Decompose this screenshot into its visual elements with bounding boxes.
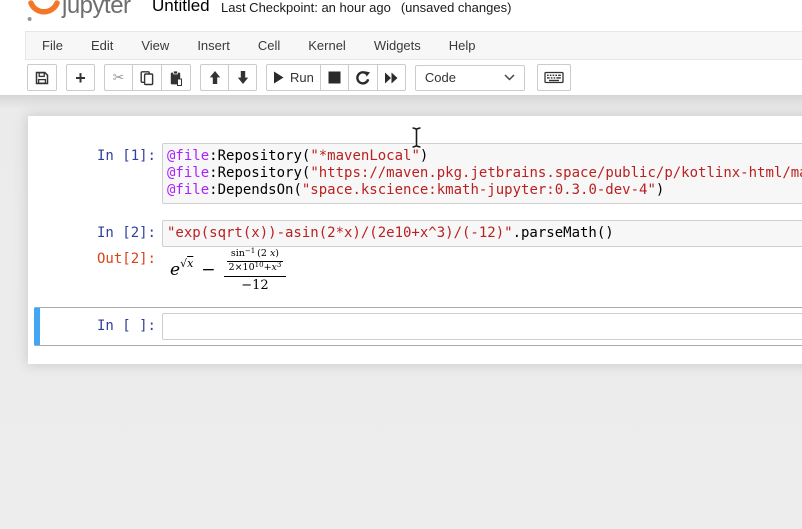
input-prompt: In [2]: [96,225,156,241]
run-icon [274,71,284,84]
interrupt-kernel-button[interactable] [319,64,349,91]
restart-icon [356,70,370,85]
menu-item-widgets[interactable]: Widgets [360,32,435,59]
plus-icon: + [75,67,86,88]
arg-open: (2 [257,248,270,259]
jupyter-logo-icon[interactable] [27,0,61,22]
input-prompt: In [1]: [96,148,156,164]
copy-icon [140,70,154,85]
menu-item-cell[interactable]: Cell [244,32,294,59]
arrow-down-icon [237,71,248,84]
command-palette-button[interactable] [536,64,571,91]
code-input-area[interactable]: @file:Repository("*mavenLocal") @file:Rep… [162,143,802,204]
minus-sign: − [201,259,216,280]
cell-output: Out[2]: e√x − sin−1 (2 x) 2×1010+x3 −12 [40,248,802,297]
move-cell-up-button[interactable] [200,64,229,91]
save-button[interactable] [27,64,57,91]
notebook-title[interactable]: Untitled [152,0,210,16]
notebook-container: In [1]: @file:Repository("*mavenLocal") @… [28,116,802,364]
notebook-scroll-area: In [1]: @file:Repository("*mavenLocal") @… [0,96,802,529]
insert-cell-button[interactable]: + [66,64,95,91]
keyboard-icon [544,71,564,84]
restart-run-all-button[interactable] [376,64,406,91]
math-output: e√x − sin−1 (2 x) 2×1010+x3 −12 [170,246,286,294]
sin-exponent: −1 [244,247,256,255]
checkpoint-text: Last Checkpoint: an hour ago [221,0,391,15]
code-input-area[interactable] [162,313,802,340]
code-line: @file:Repository("*mavenLocal") [167,148,429,164]
menu-item-insert[interactable]: Insert [183,32,244,59]
output-prompt: Out[2]: [96,251,156,267]
chevron-down-icon [504,74,515,81]
code-cell-1[interactable]: In [1]: @file:Repository("*mavenLocal") @… [34,137,802,210]
fast-forward-icon [384,72,398,83]
code-line: @file:Repository("https://maven.pkg.jetb… [167,165,802,181]
paste-cell-button[interactable] [161,64,191,91]
sin-label: sin [230,248,245,259]
toolbar: + ✂ Run Code [0,60,802,96]
menu-item-help[interactable]: Help [435,32,490,59]
den-plus: + [263,261,272,273]
menubar: File Edit View Insert Cell Kernel Widgets Help [25,31,802,60]
menu-item-edit[interactable]: Edit [77,32,127,59]
den-exponent: 10 [254,260,264,269]
arrow-up-icon [209,71,220,84]
restart-kernel-button[interactable] [347,64,378,91]
run-button[interactable]: Run [266,64,321,91]
move-cell-down-button[interactable] [228,64,257,91]
cell-type-value: Code [424,70,456,85]
output-content: e√x − sin−1 (2 x) 2×1010+x3 −12 [162,248,802,294]
notebook-header: jupyter Untitled Last Checkpoint: an hou… [0,0,802,31]
arg-close: ) [275,248,280,259]
code-cell-3-selected[interactable]: In [ ]: [34,307,802,346]
den-x-exponent: 3 [276,260,282,269]
code-line: @file:DependsOn("space.kscience:kmath-ju… [167,182,665,198]
math-base: e [170,259,181,280]
copy-cell-button[interactable] [132,64,162,91]
unsaved-changes-text: (unsaved changes) [400,0,512,15]
cell-type-dropdown[interactable]: Code [414,64,525,91]
stop-icon [328,71,341,84]
paste-icon [170,70,182,86]
menu-item-view[interactable]: View [127,32,183,59]
outer-denominator: −12 [224,275,286,294]
code-input-area[interactable]: "exp(sqrt(x))-asin(2*x)/(2e10+x^3)/(-12)… [162,220,802,247]
code-cell-2[interactable]: In [2]: "exp(sqrt(x))-asin(2*x)/(2e10+x^… [34,214,802,303]
den-lead: 2×10 [228,261,255,273]
scissors-icon: ✂ [112,69,125,85]
cut-cell-button[interactable]: ✂ [104,64,133,91]
sqrt-arg: x [187,256,194,270]
menu-item-kernel[interactable]: Kernel [294,32,360,59]
save-icon [35,71,49,84]
checkpoint-status: Last Checkpoint: an hour ago (unsaved cha… [221,0,511,15]
menu-item-file[interactable]: File [28,32,77,59]
input-prompt: In [ ]: [96,318,156,334]
run-button-label: Run [290,70,314,85]
code-line: "exp(sqrt(x))-asin(2*x)/(2e10+x^3)/(-12)… [167,225,614,241]
jupyter-logo-text[interactable]: jupyter [62,0,131,20]
